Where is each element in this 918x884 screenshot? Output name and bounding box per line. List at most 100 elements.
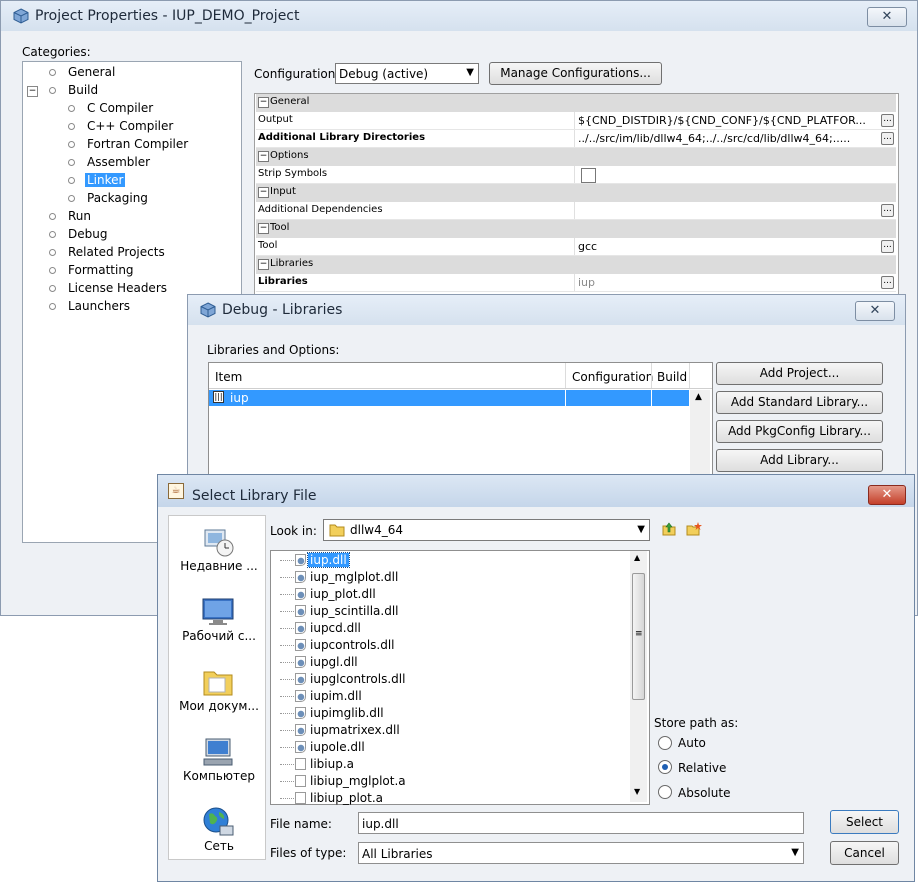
column-header-item[interactable]: Item [215, 370, 242, 384]
tree-item-launchers[interactable]: Launchers [68, 299, 130, 313]
list-item[interactable]: iup_plot.dll [310, 587, 376, 601]
select-button[interactable]: Select [830, 810, 899, 834]
collapse-icon[interactable]: − [258, 259, 269, 270]
table-scrollbar[interactable]: ▲ [690, 390, 710, 480]
tree-item-debug[interactable]: Debug [68, 227, 107, 241]
section-options[interactable]: − Options [256, 148, 896, 166]
list-item[interactable]: iupcd.dll [310, 621, 361, 635]
store-relative-radio[interactable] [658, 760, 672, 774]
list-item[interactable]: iupole.dll [310, 740, 365, 754]
property-row[interactable]: Tool gcc... [256, 238, 896, 256]
collapse-icon[interactable]: − [258, 151, 269, 162]
section-libraries[interactable]: − Libraries [256, 256, 896, 274]
property-row[interactable]: Additional Library Directories ../../src/… [256, 130, 896, 148]
select-library-file-titlebar[interactable]: ☕ Select Library File ✕ [158, 475, 914, 507]
tree-item-build[interactable]: Build [68, 83, 98, 97]
tree-item-linker[interactable]: Linker [85, 173, 126, 187]
new-folder-icon[interactable] [686, 521, 702, 537]
tree-item-run[interactable]: Run [68, 209, 91, 223]
up-folder-icon[interactable] [661, 521, 677, 537]
libraries-table[interactable]: Item Configuration Build ||| iup ▲ [208, 362, 713, 482]
list-item[interactable]: libiup_mglplot.a [310, 774, 406, 788]
ellipsis-button[interactable]: ... [881, 240, 894, 253]
tree-item-license-headers[interactable]: License Headers [68, 281, 167, 295]
list-item[interactable]: iup_mglplot.dll [310, 570, 398, 584]
documents-folder-icon[interactable] [201, 666, 235, 698]
scroll-down-icon[interactable]: ▼ [634, 787, 640, 796]
list-item[interactable]: iupmatrixex.dll [310, 723, 400, 737]
configuration-select[interactable]: Debug (active) ▼ [335, 63, 479, 84]
ellipsis-button[interactable]: ... [881, 276, 894, 289]
store-relative-label[interactable]: Relative [678, 761, 726, 775]
collapse-icon[interactable]: − [258, 223, 269, 234]
collapse-icon[interactable]: − [258, 187, 269, 198]
files-of-type-select[interactable]: All Libraries ▼ [358, 842, 804, 864]
column-header-configuration[interactable]: Configuration [572, 370, 653, 384]
list-item[interactable]: iupgl.dll [310, 655, 358, 669]
add-pkgconfig-library-button[interactable]: Add PkgConfig Library... [716, 420, 883, 443]
list-item[interactable]: iupim.dll [310, 689, 362, 703]
store-auto-label[interactable]: Auto [678, 736, 706, 750]
section-input[interactable]: − Input [256, 184, 896, 202]
tree-item-assembler[interactable]: Assembler [87, 155, 150, 169]
debug-libraries-close-button[interactable]: ✕ [855, 301, 895, 321]
column-header-build[interactable]: Build [657, 370, 687, 384]
look-in-select[interactable]: dllw4_64 ▼ [323, 519, 650, 541]
recent-items-icon[interactable] [201, 526, 235, 558]
computer-icon[interactable] [201, 736, 235, 768]
add-standard-library-button[interactable]: Add Standard Library... [716, 391, 883, 414]
list-item[interactable]: iupimglib.dll [310, 706, 384, 720]
list-item[interactable]: iup.dll [307, 552, 350, 568]
add-project-button[interactable]: Add Project... [716, 362, 883, 385]
tree-item-general[interactable]: General [68, 65, 115, 79]
ellipsis-button[interactable]: ... [881, 132, 894, 145]
scroll-up-icon[interactable]: ▲ [634, 553, 640, 562]
add-library-button[interactable]: Add Library... [716, 449, 883, 472]
manage-configurations-button[interactable]: Manage Configurations... [489, 62, 662, 85]
collapse-icon[interactable]: − [258, 97, 269, 108]
scroll-up-icon[interactable]: ▲ [695, 392, 702, 402]
sidebar-item-network[interactable]: Сеть [169, 839, 269, 853]
section-tool[interactable]: − Tool [256, 220, 896, 238]
debug-libraries-titlebar[interactable]: Debug - Libraries ✕ [188, 295, 905, 325]
scrollbar-thumb[interactable]: ≡ [632, 573, 645, 700]
property-row[interactable]: Strip Symbols [256, 166, 896, 184]
list-item[interactable]: libiup.a [310, 757, 354, 771]
ellipsis-button[interactable]: ... [881, 114, 894, 127]
tree-item-c-compiler[interactable]: C++ Compiler [87, 119, 173, 133]
ellipsis-button[interactable]: ... [881, 204, 894, 217]
property-value[interactable]: ../../src/im/lib/dllw4_64;../../src/cd/l… [578, 132, 878, 145]
sidebar-item-desktop[interactable]: Рабочий с... [169, 629, 269, 643]
tree-item-packaging[interactable]: Packaging [87, 191, 148, 205]
tree-item-related-projects[interactable]: Related Projects [68, 245, 165, 259]
sidebar-item-documents[interactable]: Мои докум... [169, 699, 269, 713]
project-properties-titlebar[interactable]: Project Properties - IUP_DEMO_Project ✕ [1, 1, 917, 31]
tree-item-formatting[interactable]: Formatting [68, 263, 134, 277]
property-value[interactable]: gcc [578, 240, 878, 253]
file-list-scrollbar[interactable]: ▲ ≡ ▼ [630, 551, 647, 802]
file-name-input[interactable]: iup.dll [358, 812, 804, 834]
property-row[interactable]: Additional Dependencies... [256, 202, 896, 220]
project-properties-close-button[interactable]: ✕ [867, 7, 907, 27]
collapse-icon[interactable]: − [27, 86, 38, 97]
property-row[interactable]: Output ${CND_DISTDIR}/${CND_CONF}/${CND_P… [256, 112, 896, 130]
cancel-button[interactable]: Cancel [830, 841, 899, 865]
list-item[interactable]: iup_scintilla.dll [310, 604, 399, 618]
strip-symbols-checkbox[interactable] [581, 168, 596, 183]
tree-item-c-compiler[interactable]: C Compiler [87, 101, 153, 115]
property-value[interactable]: ${CND_DISTDIR}/${CND_CONF}/${CND_PLATFOR… [578, 114, 878, 127]
property-row[interactable]: Libraries iup... [256, 274, 896, 292]
store-auto-radio[interactable] [658, 736, 672, 750]
list-item[interactable]: iupglcontrols.dll [310, 672, 405, 686]
sidebar-item-computer[interactable]: Компьютер [169, 769, 269, 783]
dialog-close-button[interactable]: ✕ [868, 485, 906, 505]
list-item[interactable]: iupcontrols.dll [310, 638, 395, 652]
desktop-icon[interactable] [201, 596, 235, 628]
property-value[interactable]: iup [578, 276, 878, 289]
section-general[interactable]: − General [256, 94, 896, 112]
list-item[interactable]: libiup_plot.a [310, 791, 383, 805]
store-absolute-label[interactable]: Absolute [678, 786, 730, 800]
store-absolute-radio[interactable] [658, 785, 672, 799]
network-globe-icon[interactable] [201, 806, 235, 838]
tree-item-fortran-compiler[interactable]: Fortran Compiler [87, 137, 188, 151]
